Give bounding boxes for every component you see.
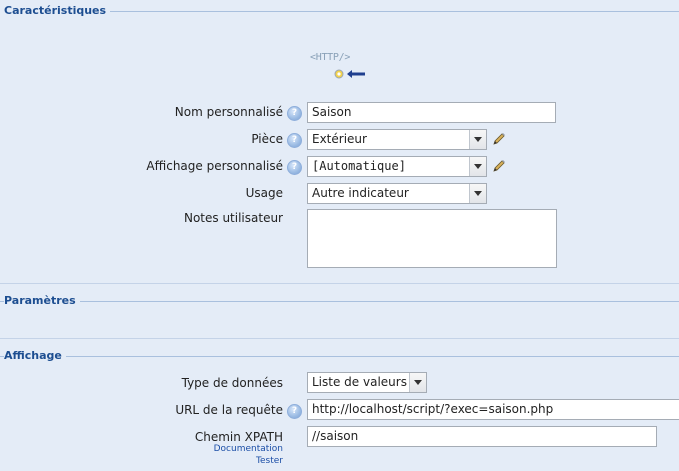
custom-display-select[interactable]: [Automatique] bbox=[307, 156, 487, 177]
section-title-parameters: Paramètres bbox=[4, 294, 80, 307]
room-select-value: Extérieur bbox=[312, 132, 367, 146]
custom-display-label: Affichage personnalisé bbox=[146, 159, 283, 173]
section-divider bbox=[98, 11, 679, 12]
custom-display-select-value: [Automatique] bbox=[312, 159, 406, 173]
help-icon[interactable]: ? bbox=[287, 404, 302, 419]
usage-select[interactable]: Autre indicateur bbox=[307, 183, 487, 204]
request-url-input[interactable]: http://localhost/script/?exec=saison.php bbox=[307, 399, 679, 420]
user-notes-textarea[interactable] bbox=[307, 209, 557, 268]
data-type-select[interactable]: Liste de valeurs bbox=[307, 372, 427, 393]
data-type-label: Type de données bbox=[181, 376, 283, 390]
section-title-display: Affichage bbox=[4, 349, 66, 362]
http-device-icon: <HTTP/> bbox=[310, 52, 351, 63]
section-separator bbox=[0, 338, 679, 339]
custom-name-input[interactable]: Saison bbox=[307, 102, 556, 123]
user-notes-label: Notes utilisateur bbox=[183, 211, 283, 225]
chevron-down-icon[interactable] bbox=[469, 157, 486, 176]
test-link[interactable]: Tester bbox=[256, 456, 283, 466]
room-label: Pièce bbox=[251, 132, 283, 146]
documentation-link[interactable]: Documentation bbox=[214, 444, 283, 454]
data-type-select-value: Liste de valeurs bbox=[312, 375, 407, 389]
xpath-label: Chemin XPATH bbox=[194, 430, 283, 444]
section-separator bbox=[0, 283, 679, 284]
edit-pencil-icon[interactable] bbox=[491, 158, 507, 174]
usage-select-value: Autre indicateur bbox=[312, 186, 409, 200]
section-divider bbox=[0, 356, 679, 357]
chevron-down-icon[interactable] bbox=[469, 184, 486, 203]
xpath-input[interactable]: //saison bbox=[307, 426, 657, 447]
usage-label: Usage bbox=[245, 186, 283, 200]
edit-pencil-icon[interactable] bbox=[491, 131, 507, 147]
help-icon[interactable]: ? bbox=[287, 133, 302, 148]
help-icon[interactable]: ? bbox=[287, 160, 302, 175]
room-select[interactable]: Extérieur bbox=[307, 129, 487, 150]
chevron-down-icon[interactable] bbox=[469, 130, 486, 149]
section-divider bbox=[0, 301, 679, 302]
help-icon[interactable]: ? bbox=[287, 106, 302, 121]
status-arrow-icon bbox=[334, 69, 365, 79]
custom-name-label: Nom personnalisé bbox=[174, 105, 283, 119]
request-url-label: URL de la requête bbox=[175, 403, 283, 417]
chevron-down-icon[interactable] bbox=[409, 373, 426, 392]
section-title-characteristics: Caractéristiques bbox=[4, 4, 111, 17]
